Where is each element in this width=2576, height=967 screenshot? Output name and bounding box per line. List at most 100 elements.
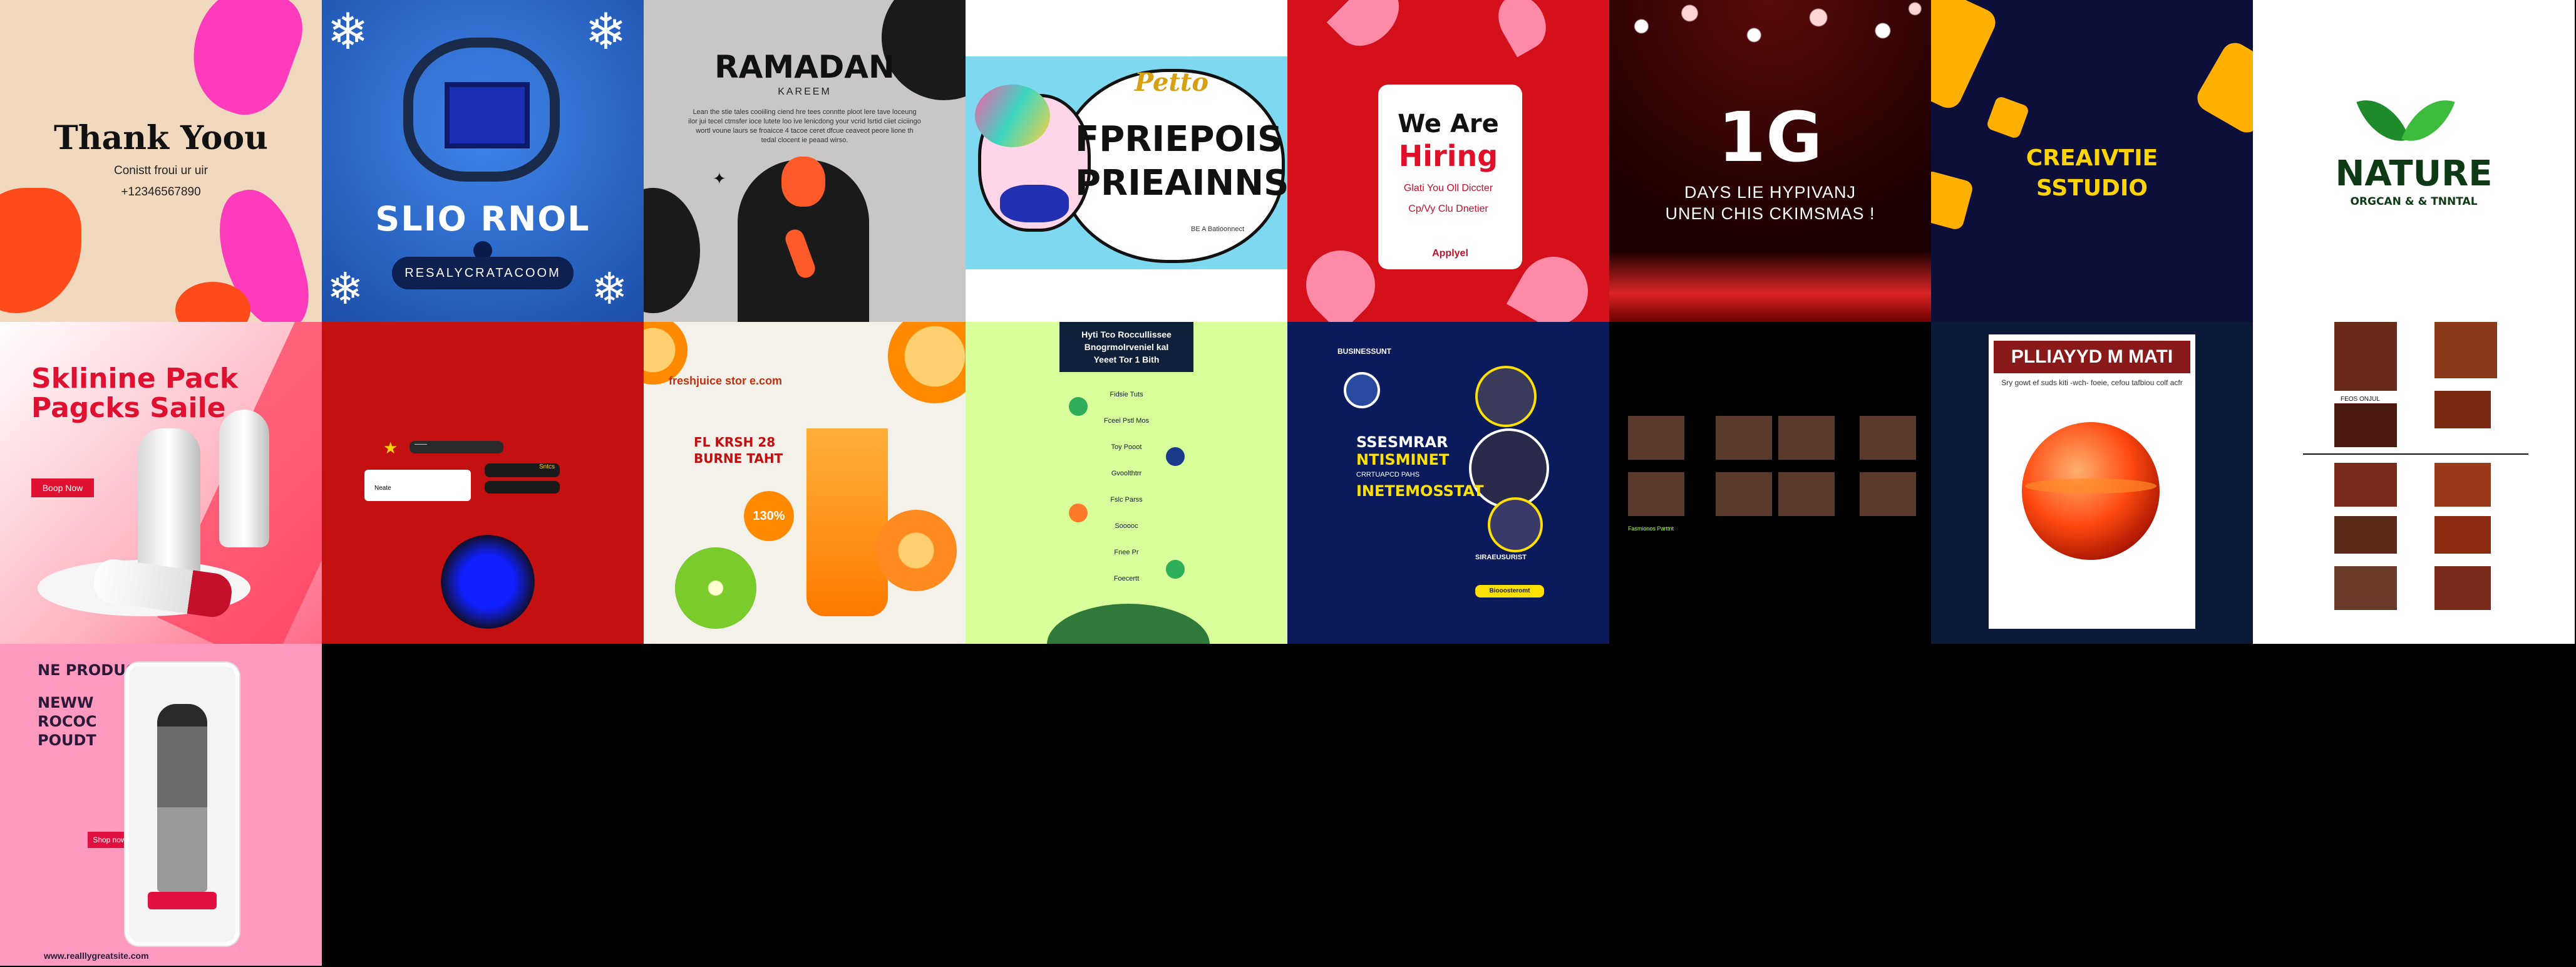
juice-headline: freshjuice stor e.com [669,375,783,387]
sparkle-icon: ✦ [713,169,726,188]
star-icon: ★ [383,438,398,457]
collage-photo [2434,566,2491,610]
collage-photo [2434,322,2497,378]
collage-photo [2334,463,2397,507]
dark-corner-shape [644,188,700,313]
ui-field-dark[interactable] [485,481,560,494]
school-badge: RESALYCRATACOOM [392,257,574,289]
teamwork-title: Hyti Tco Roccullissee [1081,329,1172,339]
template-thank-you[interactable]: Thank Yoou Conistt froui ur uir +1234656… [0,0,322,322]
template-photo-grid[interactable]: Fasmionos Parttnt [1609,322,1931,644]
teamwork-title-line2: Bnogrmolrveniel kaI [1084,342,1169,352]
template-skincare[interactable]: Sklinine Pack Pagcks Saile Boop Now [0,322,322,644]
collage-photo [2434,516,2491,554]
white-frame [966,0,1287,56]
template-red-ui[interactable]: ★ —— Sntcs Neate [322,322,644,644]
planet-band [2025,478,2156,494]
template-christmas[interactable]: 1G DAYS LIE HYPIVANJ UNEN CHIS CKIMSMAS … [1609,0,1931,322]
snowflake-icon: ❄ [327,264,364,313]
template-friends[interactable]: Petto FPRIEPOIS PRIEAINNS BE A Batioonne… [966,0,1287,322]
collage-photo [2334,566,2397,610]
collage-photo [2334,403,2397,447]
shop-now-button[interactable]: Boop Now [31,478,94,497]
ramadan-subtitle: KAREEM [778,86,832,97]
seminar-brand: BUSINESSUNT [1337,347,1392,356]
orange-half-icon [875,510,957,591]
juice-offer: FL KRSH 28 [694,435,776,450]
model-figure [157,704,207,892]
creative-title-line2: SSTUDIO [2036,175,2148,201]
praying-figure-icon [738,157,869,322]
skincare-title: Sklinine Pack [31,363,239,395]
seminar-host: SIRAEUSURIST [1475,554,1527,561]
orange-blob-shape [0,188,81,313]
ramadan-title: RAMADAN [714,49,895,85]
template-seminar[interactable]: BUSINESSUNT SSESMRAR NTISMINET CRRTUAPCD… [1287,322,1609,644]
template-collage[interactable]: FEOS ONJUL [2253,322,2575,644]
phone-frame [125,663,239,946]
leaf-icon [2356,89,2410,152]
ui-field-white[interactable]: Neate [364,470,471,501]
hiring-line1: Glati You Oll Diccter [1403,183,1493,194]
kiwi-icon [675,547,756,629]
hiring-title: We Are [1398,110,1499,138]
new-product-title-line4: POUDT [38,732,96,749]
apply-button[interactable]: Applyel [1416,244,1485,263]
teamwork-figure-icon [1069,504,1088,522]
juice-offer-line2: BURNE TAHT [694,451,783,466]
new-product-footer: www.realllygreatsite.com [44,951,149,961]
collage-photo [2434,391,2491,428]
unicorn-icon [975,85,1091,232]
nature-subtitle: ORGCAN & & TNNTAL [2350,195,2478,208]
template-new-product[interactable]: NE PRODUCT ! NEWW ROCOC POUDT Shop now w… [0,644,322,966]
planet-title-box: PLLIAYYD M MATI [1994,341,2190,373]
leaf-icon [2401,89,2455,152]
speaker-avatar [1344,372,1380,408]
ui-field-dark[interactable]: —— [410,441,503,453]
thank-you-title: Thank Yoou [54,119,268,157]
template-teamwork[interactable]: Hyti Tco Roccullissee Bnogrmolrveniel ka… [966,322,1287,644]
nature-title: NATURE [2335,153,2493,194]
friends-footer: BE A Batioonnect [1191,225,1245,233]
lotus-shape [1489,0,1555,58]
new-product-title-line2: NEWW [38,694,94,711]
christmas-line2: UNEN CHIS CKIMSMAS ! [1665,204,1875,223]
backpack-icon [403,38,560,182]
teamwork-title-line3: Yeeet Tor 1 Bith [1093,354,1160,365]
ui-field-dark[interactable]: Sntcs [485,463,560,477]
bokeh-lights [1609,251,1931,322]
seminar-title-line2: NTISMINET [1356,451,1450,468]
teamwork-figure-icon [1166,447,1185,466]
snowflake-icon: ❄ [591,264,628,313]
grid-photo [1778,416,1835,460]
template-creative-studio[interactable]: CREAIVTIE SSTUDIO [1931,0,2253,322]
template-nature[interactable]: NATURE ORGCAN & & TNNTAL [2253,0,2575,322]
snowflake-icon: ❄ [327,4,369,59]
template-juice[interactable]: freshjuice stor e.com 130% FL KRSH 28 BU… [644,322,966,644]
grid-photo [1716,472,1772,516]
grid-photo [1628,416,1684,460]
seminar-subtitle: CRRTUAPCD PAHS [1356,471,1420,478]
bokeh-lights [1609,0,1931,88]
seminar-cta[interactable]: Biooosteromt [1475,585,1544,597]
template-hiring[interactable]: We Are Hiring Glati You Oll Diccter Cp/V… [1287,0,1609,322]
friends-script: Petto [1135,68,1209,97]
speaker-avatar [1488,497,1543,552]
yellow-square-shape [1931,0,2000,113]
thank-you-subtitle: Conistt froui ur uir [114,164,208,177]
template-planet[interactable]: PLLIAYYD M MATI Sry gowt ef suds kiti -w… [1931,322,2253,644]
thank-you-phone: +12346567890 [121,185,201,199]
skincare-title-line2: Pagcks Saile [31,392,226,424]
hiring-title-accent: Hiring [1398,139,1498,173]
template-ramadan[interactable]: RAMADAN KAREEM Lean the stie tales cooii… [644,0,966,322]
yellow-square-shape [1986,95,2030,140]
creative-title: CREAIVTIE [2026,145,2158,171]
speaker-avatar [1475,366,1537,427]
template-school[interactable]: ❄ ❄ ❄ ❄ SLIO RNOL RESALYCRATACOOM [322,0,644,322]
teamwork-figure-icon [1166,560,1185,579]
christmas-line1: DAYS LIE HYPIVANJ [1684,183,1857,202]
lotus-shape [1292,236,1389,322]
yellow-square-shape [2192,38,2253,138]
collage-divider [2303,453,2528,455]
hiring-line2: Cp/Vy Clu Dnetier [1408,204,1488,214]
